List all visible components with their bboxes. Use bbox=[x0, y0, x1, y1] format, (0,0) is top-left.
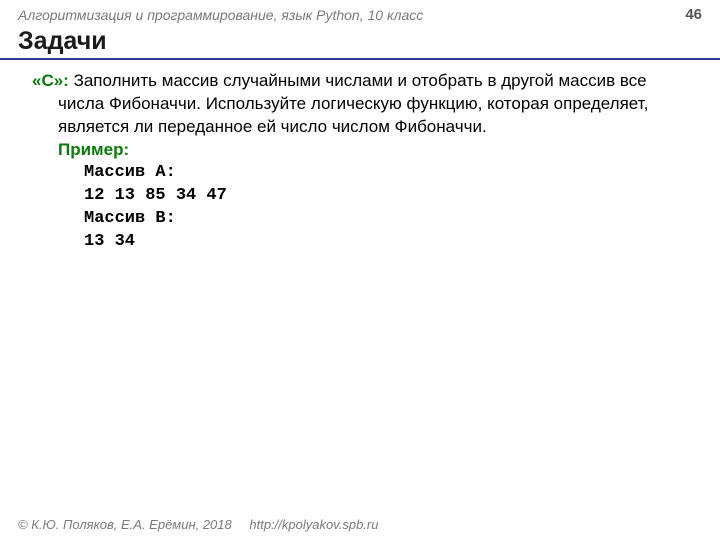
task-block: «C»: Заполнить массив случайными числами… bbox=[32, 70, 688, 139]
slide-title: Задачи bbox=[0, 27, 720, 60]
slide-footer: © К.Ю. Поляков, Е.А. Ерёмин, 2018 http:/… bbox=[0, 511, 720, 540]
task-label: «C»: bbox=[32, 71, 74, 90]
course-title: Алгоритмизация и программирование, язык … bbox=[18, 7, 423, 23]
copyright-text: © К.Ю. Поляков, Е.А. Ерёмин, 2018 bbox=[18, 517, 232, 532]
slide: Алгоритмизация и программирование, язык … bbox=[0, 0, 720, 540]
code-block: Массив A: 12 13 85 34 47 Массив B: 13 34 bbox=[32, 162, 688, 254]
footer-url: http://kpolyakov.spb.ru bbox=[249, 517, 378, 532]
task-text: Заполнить массив случайными числами и от… bbox=[58, 71, 648, 136]
page-number: 46 bbox=[685, 6, 702, 23]
example-label: Пример: bbox=[32, 139, 688, 162]
slide-header: Алгоритмизация и программирование, язык … bbox=[0, 0, 720, 27]
slide-content: «C»: Заполнить массив случайными числами… bbox=[0, 68, 720, 511]
